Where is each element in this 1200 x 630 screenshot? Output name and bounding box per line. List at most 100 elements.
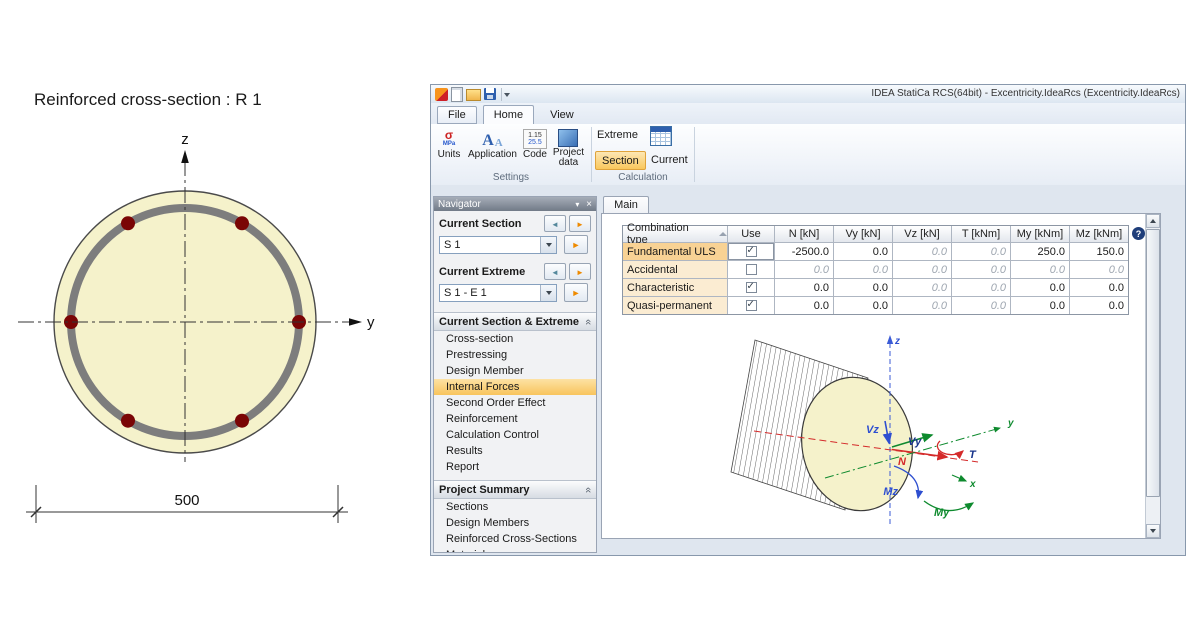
current-section-dropdown[interactable]: S 1 xyxy=(439,236,557,254)
value-cell[interactable]: 0.0 xyxy=(1011,297,1069,314)
tab-home[interactable]: Home xyxy=(483,105,534,124)
nav-item-materials[interactable]: Materials xyxy=(434,547,596,553)
value-cell[interactable]: 0.0 xyxy=(893,261,951,278)
column-header-n-kn[interactable]: N [kN] xyxy=(775,226,833,242)
ribbon-button-label: Application xyxy=(468,150,517,160)
scroll-up-button[interactable] xyxy=(1146,214,1160,228)
dropdown-arrow-icon[interactable] xyxy=(540,285,556,301)
next-section-button[interactable] xyxy=(569,215,591,232)
value-cell[interactable]: 0.0 xyxy=(834,261,892,278)
value-cell[interactable]: -2500.0 xyxy=(775,243,833,260)
tab-main[interactable]: Main xyxy=(603,196,649,213)
page: Reinforced cross-section : R 1 z y xyxy=(0,0,1200,630)
value-cell[interactable]: 0.0 xyxy=(1070,261,1128,278)
next-extreme-button[interactable] xyxy=(569,263,591,280)
nav-item-sections[interactable]: Sections xyxy=(434,499,596,515)
navigator-header[interactable]: Navigator xyxy=(434,197,596,211)
value-cell[interactable]: 150.0 xyxy=(1070,243,1128,260)
value-cell[interactable]: 0.0 xyxy=(834,243,892,260)
dropdown-arrow-icon[interactable] xyxy=(540,237,556,253)
ribbon-button-code[interactable]: Code xyxy=(520,126,550,161)
tab-view[interactable]: View xyxy=(540,106,584,124)
value-cell[interactable]: 0.0 xyxy=(952,261,1010,278)
nav-group-current-section-extreme[interactable]: Current Section & Extreme xyxy=(434,312,596,331)
new-document-icon[interactable] xyxy=(451,87,463,102)
use-cell[interactable] xyxy=(728,261,774,278)
column-header-my-knm[interactable]: My [kNm] xyxy=(1011,226,1069,242)
combination-accidental[interactable]: Accidental xyxy=(623,261,727,278)
value-cell[interactable]: 0.0 xyxy=(775,261,833,278)
column-header-vz-kn[interactable]: Vz [kN] xyxy=(893,226,951,242)
nav-item-reinforced-cross-sections[interactable]: Reinforced Cross-Sections xyxy=(434,531,596,547)
nav-item-results[interactable]: Results xyxy=(434,443,596,459)
nav-item-cross-section[interactable]: Cross-section xyxy=(434,331,596,347)
value-cell[interactable]: 0.0 xyxy=(775,279,833,296)
current-button[interactable]: Current xyxy=(645,151,694,168)
help-icon[interactable]: ? xyxy=(1132,227,1145,240)
column-header-use[interactable]: Use xyxy=(728,226,774,242)
idea-logo-icon[interactable] xyxy=(435,88,448,101)
value-cell[interactable]: 0.0 xyxy=(775,297,833,314)
nav-item-design-members[interactable]: Design Members xyxy=(434,515,596,531)
nav-group-project-summary[interactable]: Project Summary xyxy=(434,480,596,499)
current-section-value: S 1 xyxy=(440,239,461,251)
value-cell[interactable]: 0.0 xyxy=(893,243,951,260)
combination-fundamental-uls[interactable]: Fundamental ULS xyxy=(623,243,727,260)
tab-file[interactable]: File xyxy=(437,106,477,124)
value-cell[interactable]: 0.0 xyxy=(834,279,892,296)
value-cell[interactable]: 250.0 xyxy=(1011,243,1069,260)
value-cell[interactable]: 0.0 xyxy=(1011,279,1069,296)
use-checkbox[interactable] xyxy=(746,300,757,311)
save-icon[interactable] xyxy=(484,88,496,100)
combination-quasi-permanent[interactable]: Quasi-permanent xyxy=(623,297,727,314)
value-cell[interactable]: 0.0 xyxy=(952,243,1010,260)
scroll-down-button[interactable] xyxy=(1146,524,1160,538)
value-cell[interactable]: 0.0 xyxy=(1070,279,1128,296)
value-cell[interactable]: 0.0 xyxy=(834,297,892,314)
column-header-mz-knm[interactable]: Mz [kNm] xyxy=(1070,226,1128,242)
open-document-icon[interactable] xyxy=(466,89,481,101)
value-cell[interactable]: 0.0 xyxy=(893,279,951,296)
nav-item-calculation-control[interactable]: Calculation Control xyxy=(434,427,596,443)
value-cell[interactable]: 0.0 xyxy=(952,279,1010,296)
nav-item-design-member[interactable]: Design Member xyxy=(434,363,596,379)
combination-characteristic[interactable]: Characteristic xyxy=(623,279,727,296)
nav-item-prestressing[interactable]: Prestressing xyxy=(434,347,596,363)
nav-item-second-order-effect[interactable]: Second Order Effect xyxy=(434,395,596,411)
chevron-up-icon xyxy=(585,484,591,496)
value-cell[interactable]: 0.0 xyxy=(952,297,1010,314)
use-checkbox[interactable] xyxy=(746,246,757,257)
ribbon-button-application[interactable]: Application xyxy=(465,126,520,161)
qat-dropdown-icon[interactable] xyxy=(501,88,511,101)
previous-extreme-button[interactable] xyxy=(544,263,566,280)
section-button[interactable]: Section xyxy=(595,151,646,170)
nav-group-title: Current Section & Extreme xyxy=(439,316,579,328)
goto-section-button[interactable] xyxy=(564,235,588,254)
vertical-scrollbar[interactable] xyxy=(1145,214,1160,538)
goto-extreme-button[interactable] xyxy=(564,283,588,302)
value-cell[interactable]: 0.0 xyxy=(1011,261,1069,278)
right-arrow-icon xyxy=(576,218,584,230)
close-icon[interactable] xyxy=(582,199,592,210)
column-header-vy-kn[interactable]: Vy [kN] xyxy=(834,226,892,242)
pin-icon[interactable] xyxy=(575,199,579,210)
use-cell[interactable] xyxy=(728,279,774,296)
previous-section-button[interactable] xyxy=(544,215,566,232)
use-cell[interactable] xyxy=(728,297,774,314)
value-cell[interactable]: 0.0 xyxy=(893,297,951,314)
use-checkbox[interactable] xyxy=(746,282,757,293)
nav-item-report[interactable]: Report xyxy=(434,459,596,475)
nav-item-reinforcement[interactable]: Reinforcement xyxy=(434,411,596,427)
column-header-t-knm[interactable]: T [kNm] xyxy=(952,226,1010,242)
nav-item-internal-forces[interactable]: Internal Forces xyxy=(434,379,596,395)
current-extreme-dropdown[interactable]: S 1 - E 1 xyxy=(439,284,557,302)
z-axis-label: z xyxy=(181,131,189,148)
ribbon-button-project-data[interactable]: Projectdata xyxy=(550,126,587,169)
diagram-y-label: y xyxy=(1007,418,1014,429)
use-cell[interactable] xyxy=(728,243,774,260)
scrollbar-thumb[interactable] xyxy=(1146,229,1160,497)
column-header-combination-type[interactable]: Combination type xyxy=(623,226,727,242)
use-checkbox[interactable] xyxy=(746,264,757,275)
ribbon-button-units[interactable]: Units xyxy=(433,126,465,161)
value-cell[interactable]: 0.0 xyxy=(1070,297,1128,314)
